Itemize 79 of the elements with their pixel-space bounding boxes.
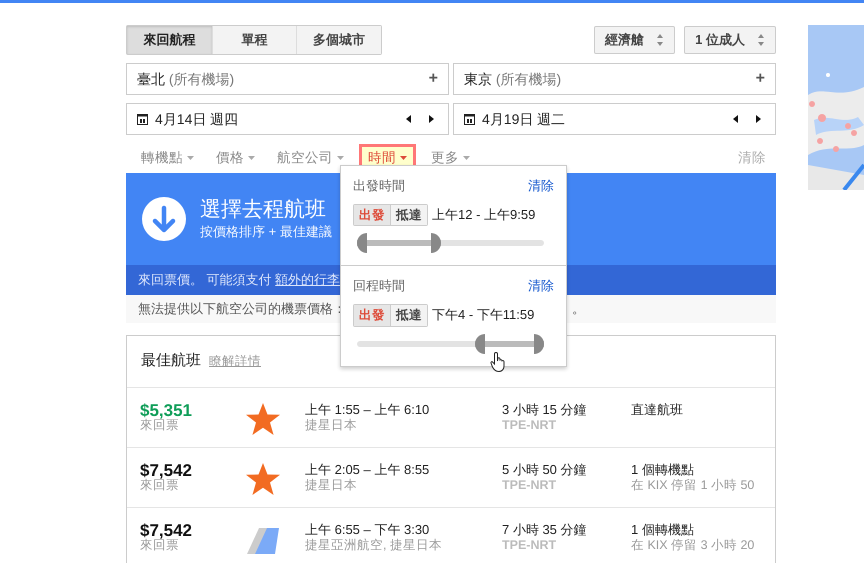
trip-type-tab[interactable]: 來回航程 — [127, 26, 213, 54]
flight-price: $7,542 — [140, 522, 193, 539]
flight-row[interactable]: $5,351 來回票 上午 1:55 – 上午 6:10 捷星日本 3 小時 15 分鐘 TPE-NRT 直達航班 — [127, 388, 775, 448]
clear-link[interactable]: 清除 — [528, 276, 554, 296]
calendar-icon — [464, 114, 475, 124]
toggle-option[interactable]: 抵達 — [390, 204, 427, 226]
layover-info: 在 KIX 停留 1 小時 50 — [631, 478, 756, 494]
fare-note: 來回票價。 可能須支付 額外的行李 — [138, 271, 340, 290]
date-text: 4月19日 週二 — [482, 110, 566, 128]
slider-thumb[interactable] — [474, 334, 485, 354]
trip-type-tab[interactable]: 多個城市 — [297, 26, 381, 54]
flight-row[interactable]: $7,542 來回票 上午 2:05 – 上午 8:55 捷星日本 5 小時 50 分鐘 TPE-NRT 1 個轉機點 在 KIX 停留 1 小時 50 — [127, 448, 775, 508]
flight-times: 上午 1:55 – 上午 6:10 — [305, 402, 430, 418]
airline-name: 捷星亞洲航空, 捷星日本 — [305, 538, 443, 554]
range-slider[interactable] — [357, 334, 544, 354]
flight-duration: 5 小時 50 分鐘 — [502, 462, 588, 478]
star-icon — [245, 402, 281, 436]
origin-field[interactable]: 臺北 (所有機場) + — [126, 63, 449, 95]
airline-name: 捷星日本 — [305, 418, 358, 434]
time-range-text: 下午4 - 下午11:59 — [432, 306, 534, 324]
add-airport-button[interactable]: + — [428, 67, 438, 91]
flight-price: $5,351 — [140, 402, 193, 419]
caret-icon — [248, 156, 255, 160]
range-slider[interactable] — [357, 233, 544, 254]
next-day-icon[interactable] — [756, 115, 761, 123]
previous-day-icon[interactable] — [406, 115, 411, 123]
flight-times: 上午 6:55 – 下午 3:30 — [305, 522, 430, 538]
departure-date-field[interactable]: 4月14日 週四 — [126, 103, 449, 135]
route-code: TPE-NRT — [502, 538, 558, 554]
caret-icon — [400, 156, 407, 160]
fare-type: 來回票 — [140, 539, 179, 552]
fare-type: 來回票 — [140, 419, 179, 432]
trip-type-tab[interactable]: 單程 — [213, 26, 297, 54]
next-day-icon[interactable] — [429, 115, 434, 123]
previous-day-icon[interactable] — [733, 115, 738, 123]
flight-price: $7,542 — [140, 462, 193, 479]
filter-button[interactable]: 航空公司 — [270, 144, 351, 172]
stops-info: 直達航班 — [631, 402, 684, 418]
stops-info: 1 個轉機點 — [631, 462, 695, 478]
toggle-option[interactable]: 抵達 — [390, 304, 427, 326]
filter-button[interactable]: 更多 — [424, 144, 477, 172]
return-date-field[interactable]: 4月19日 週二 — [453, 103, 776, 135]
results-title: 最佳航班 — [141, 351, 201, 372]
calendar-icon — [137, 114, 148, 124]
clear-link[interactable]: 清除 — [528, 176, 554, 196]
passenger-select[interactable]: 1 位成人 — [684, 26, 776, 54]
star-icon — [245, 462, 281, 496]
filter-button[interactable]: 價格 — [209, 144, 262, 172]
date-text: 4月14日 週四 — [155, 110, 238, 128]
stops-info: 1 個轉機點 — [631, 522, 695, 538]
filter-button[interactable]: 轉機點 — [134, 144, 201, 172]
up-down-icon — [757, 33, 765, 47]
notice-text: 無法提供以下航空公司的機票價格： — [138, 300, 346, 318]
route-code: TPE-NRT — [502, 478, 558, 494]
baggage-fee-link[interactable]: 額外的行李 — [275, 272, 340, 288]
flight-duration: 3 小時 15 分鐘 — [502, 402, 588, 418]
banner-title: 選擇去程航班 — [200, 196, 327, 222]
fare-type: 來回票 — [140, 479, 179, 492]
notice-text: 。 — [572, 300, 585, 318]
cabin-select[interactable]: 經濟艙 — [594, 26, 676, 54]
caret-icon — [463, 156, 470, 160]
caret-icon — [187, 156, 194, 160]
section-title: 回程時間 — [353, 277, 405, 296]
add-airport-button[interactable]: + — [756, 67, 765, 91]
slider-thumb[interactable] — [357, 233, 367, 254]
flight-duration: 7 小時 35 分鐘 — [502, 522, 588, 538]
destination-field[interactable]: 東京 (所有機場) + — [453, 63, 776, 95]
airline-name: 捷星日本 — [305, 478, 358, 494]
slider-thumb[interactable] — [534, 334, 544, 354]
flight-times: 上午 2:05 – 上午 8:55 — [305, 462, 430, 478]
section-title: 出發時間 — [353, 177, 405, 195]
banner-subtitle: 按價格排序 + 最佳建議 — [200, 222, 332, 241]
route-code: TPE-NRT — [502, 418, 558, 434]
layover-info: 在 KIX 停留 3 小時 20 — [631, 538, 756, 554]
time-range-text: 上午12 - 上午9:59 — [432, 206, 536, 224]
caret-icon — [337, 156, 344, 160]
flight-row[interactable]: $7,542 來回票 上午 6:55 – 下午 3:30 捷星亞洲航空, 捷星日本 7 小時 35 分鐘 TPE-NRT 1 個轉機點 在 KIX 停留 3 小時 20 — [127, 508, 775, 563]
up-down-icon — [656, 33, 664, 47]
slider-thumb[interactable] — [431, 233, 442, 254]
